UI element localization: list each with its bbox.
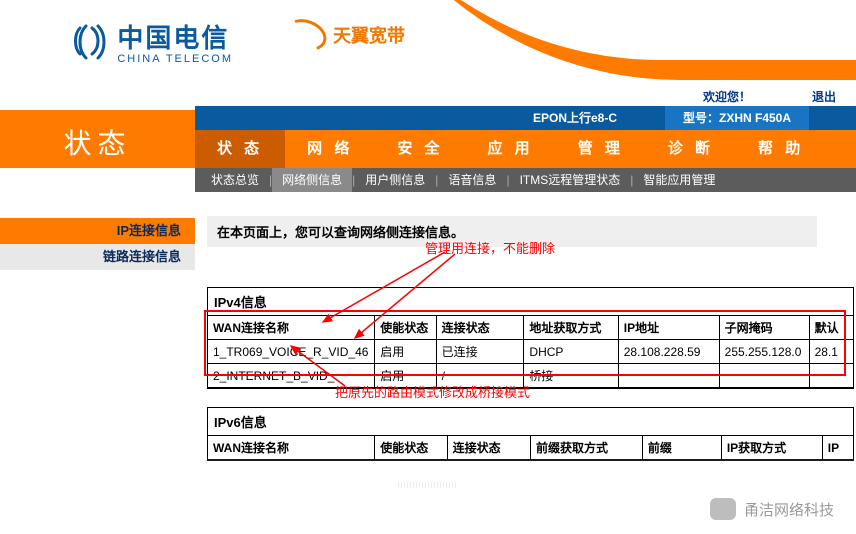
ipv6-table: WAN连接名称使能状态连接状态前缀获取方式前缀IP获取方式IP [208,436,853,460]
page-title: 状态 [0,110,195,168]
col-header: 前缀获取方式 [530,436,642,460]
device-info-bar: EPON上行e8-C 型号：ZXHN F450A [195,106,856,130]
main-tab-2[interactable]: 安 全 [375,130,465,168]
ipv4-table: WAN连接名称使能状态连接状态地址获取方式IP地址子网掩码默认1_TR069_V… [208,316,853,388]
main-tabs: 状 态网 络安 全应 用管 理诊 断帮 助 [195,130,856,168]
col-header: 使能状态 [375,436,447,460]
logout-link[interactable]: 退出 [812,88,836,105]
tianyi-icon [281,14,331,57]
page-description: 在本页面上，您可以查询网络侧连接信息。 [207,216,817,247]
col-header: 默认 [809,316,853,340]
col-header: WAN连接名称 [208,436,375,460]
main-tab-4[interactable]: 管 理 [556,130,646,168]
col-header: 子网掩码 [719,316,809,340]
col-header: 连接状态 [436,316,524,340]
sub-nav-1[interactable]: 网络侧信息 [272,168,352,192]
telecom-icon [70,22,110,62]
ipv6-title: IPv6信息 [208,408,853,436]
table-row: 2_INTERNET_B_VID_启用/桥接 [208,364,853,388]
table-row: 1_TR069_VOICE_R_VID_46启用已连接DHCP28.108.22… [208,340,853,364]
col-header: WAN连接名称 [208,316,375,340]
sub-nav-4[interactable]: ITMS远程管理状态 [510,168,631,192]
col-header: 地址获取方式 [524,316,618,340]
tianyi-text: 天翼宽带 [333,26,405,46]
sub-nav-3[interactable]: 语音信息 [438,168,506,192]
side-item-0[interactable]: IP连接信息 [0,218,195,244]
main-tab-3[interactable]: 应 用 [466,130,556,168]
col-header: IP [822,436,853,460]
col-header: IP获取方式 [721,436,822,460]
header-decor [380,0,856,88]
content-area: 在本页面上，您可以查询网络侧连接信息。 IPv4信息 WAN连接名称使能状态连接… [195,192,856,534]
col-header: 使能状态 [375,316,436,340]
sub-nav-5[interactable]: 智能应用管理 [633,168,725,192]
telecom-name-en: CHINA TELECOM [117,53,233,65]
watermark-text: 甬洁网络科技 [744,499,834,520]
china-telecom-logo: 中国电信 CHINA TELECOM [70,18,233,65]
ipv4-section: IPv4信息 WAN连接名称使能状态连接状态地址获取方式IP地址子网掩码默认1_… [207,287,854,389]
sub-nav: 状态总览|网络侧信息|用户侧信息|语音信息|ITMS远程管理状态|智能应用管理 [195,168,856,192]
sub-nav-2[interactable]: 用户侧信息 [355,168,435,192]
logo-bar: 中国电信 CHINA TELECOM 天翼宽带 [0,0,856,88]
resize-handle-icon [398,482,458,488]
col-header: IP地址 [618,316,719,340]
main-tab-1[interactable]: 网 络 [285,130,375,168]
ipv4-title: IPv4信息 [208,288,853,316]
col-header: 前缀 [642,436,721,460]
welcome-text: 欢迎您！ [703,88,751,105]
main-nav: 状态 状 态网 络安 全应 用管 理诊 断帮 助 [0,130,856,168]
side-item-1[interactable]: 链路连接信息 [0,244,195,270]
model-label: 型号：ZXHN F450A [665,106,809,130]
sub-nav-0[interactable]: 状态总览 [201,168,269,192]
col-header: 连接状态 [447,436,530,460]
ipv6-section: IPv6信息 WAN连接名称使能状态连接状态前缀获取方式前缀IP获取方式IP [207,407,854,461]
wechat-icon [710,498,736,520]
telecom-name-cn: 中国电信 [117,23,229,53]
tianyi-logo: 天翼宽带 [285,20,405,54]
watermark: 甬洁网络科技 [710,498,834,520]
main-tab-6[interactable]: 帮 助 [736,130,826,168]
main-tab-0[interactable]: 状 态 [195,130,285,168]
side-menu: IP连接信息链路连接信息 [0,168,195,270]
main-tab-5[interactable]: 诊 断 [646,130,736,168]
uplink-type: EPON上行e8-C [533,106,617,130]
